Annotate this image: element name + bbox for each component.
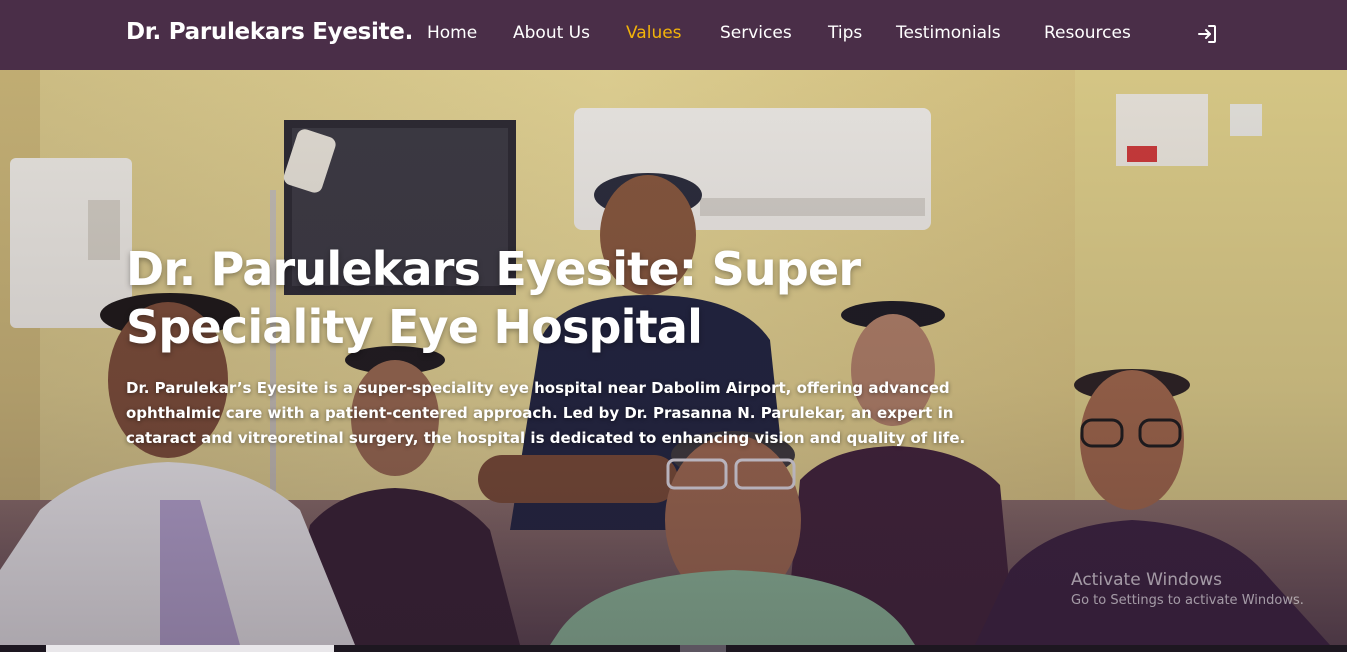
bottom-strip-segment (680, 645, 726, 652)
login-icon[interactable] (1196, 23, 1218, 45)
nav-item-resources[interactable]: Resources (1044, 23, 1131, 43)
nav-menu: Home About Us Values Services Tips Testi… (0, 0, 1347, 70)
nav-item-about-us[interactable]: About Us (513, 23, 590, 43)
nav-item-services[interactable]: Services (720, 23, 792, 43)
watermark-line-2: Go to Settings to activate Windows. (1071, 593, 1304, 608)
bottom-strip (0, 645, 1347, 652)
nav-item-testimonials[interactable]: Testimonials (896, 23, 1001, 43)
nav-item-values[interactable]: Values (626, 23, 682, 43)
hero-section: Dr. Parulekars Eyesite: Super Speciality… (0, 70, 1347, 645)
top-navbar: Dr. Parulekars Eyesite. Home About Us Va… (0, 0, 1347, 70)
hero-title: Dr. Parulekars Eyesite: Super Speciality… (126, 242, 861, 354)
nav-item-home[interactable]: Home (427, 23, 477, 43)
bottom-strip-segment (46, 645, 334, 652)
windows-activation-watermark: Activate Windows Go to Settings to activ… (1071, 570, 1304, 608)
watermark-line-1: Activate Windows (1071, 570, 1222, 590)
hero-description: Dr. Parulekar’s Eyesite is a super-speci… (126, 379, 966, 447)
hero-overlay (0, 70, 1347, 645)
nav-item-tips[interactable]: Tips (828, 23, 862, 43)
